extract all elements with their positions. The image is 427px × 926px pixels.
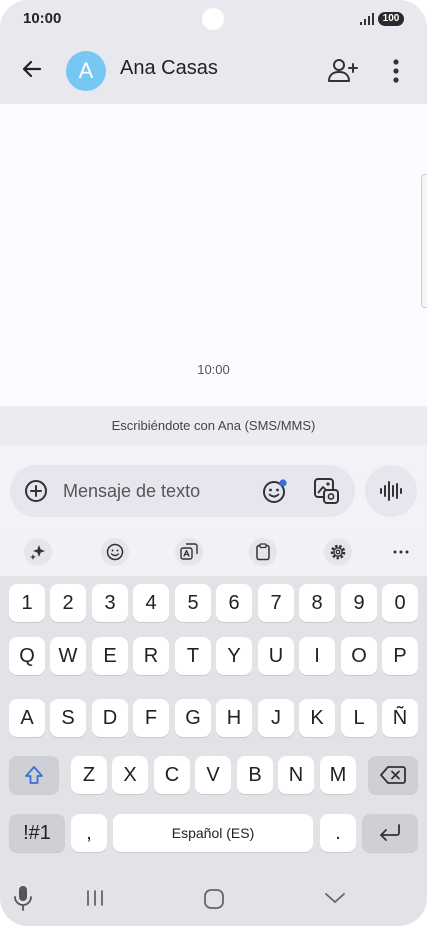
key-j[interactable]: J [258,699,294,737]
emoji-button[interactable] [101,538,129,566]
signal-icon [360,13,374,25]
camera-cutout [202,8,224,30]
edge-panel-handle[interactable] [421,174,427,308]
key-m[interactable]: M [320,756,356,794]
key-l[interactable]: L [341,699,377,737]
message-input[interactable]: Mensaje de texto [10,465,355,517]
shift-key[interactable] [9,756,59,794]
home-icon[interactable] [203,888,225,910]
keyboard-toolbar [0,528,427,576]
key-q[interactable]: Q [9,637,45,675]
key-c[interactable]: C [154,756,190,794]
key-4[interactable]: 4 [133,584,169,622]
key-enye[interactable]: Ñ [382,699,418,737]
conversation-info-banner: Escribiéndote con Ana (SMS/MMS) [0,406,427,446]
key-y[interactable]: Y [216,637,252,675]
message-placeholder: Mensaje de texto [63,481,201,501]
emoji-icon [106,543,124,561]
comma-key[interactable]: , [71,814,107,852]
key-9[interactable]: 9 [341,584,377,622]
contact-avatar[interactable]: A [66,51,106,91]
hide-keyboard-chevron-icon[interactable] [324,890,346,906]
key-h[interactable]: H [216,699,252,737]
ai-tools-button[interactable] [24,538,52,566]
message-timestamp: 10:00 [197,362,230,377]
enter-arrow-icon [380,824,400,841]
key-r[interactable]: R [133,637,169,675]
key-e[interactable]: E [92,637,128,675]
keyboard-settings-button[interactable] [324,538,352,566]
back-arrow-icon[interactable] [14,51,50,87]
key-v[interactable]: V [195,756,231,794]
key-x[interactable]: X [112,756,148,794]
key-5[interactable]: 5 [175,584,211,622]
app-bar: A Ana Casas [0,38,427,104]
microphone-icon[interactable] [12,884,34,912]
recent-apps-icon[interactable] [84,888,106,908]
emoji-sticker-icon[interactable] [262,478,288,504]
keyboard: 1 2 3 4 5 6 7 8 9 0 Q W E R T Y U I O P … [0,528,427,926]
text-translate-icon [180,543,198,560]
composer-bar: Mensaje de texto [0,446,427,528]
translate-button[interactable] [175,538,203,566]
add-attachment-icon[interactable] [24,479,48,503]
navigation-bar [0,872,427,926]
key-s[interactable]: S [50,699,86,737]
key-6[interactable]: 6 [216,584,252,622]
add-person-icon[interactable] [326,54,360,88]
gear-icon [330,544,346,560]
key-a[interactable]: A [9,699,45,737]
key-w[interactable]: W [50,637,86,675]
key-3[interactable]: 3 [92,584,128,622]
status-time: 10:00 [23,10,62,27]
key-2[interactable]: 2 [50,584,86,622]
toolbar-more-button[interactable] [387,538,415,566]
key-1[interactable]: 1 [9,584,45,622]
key-b[interactable]: B [237,756,273,794]
more-options-icon[interactable] [382,54,410,88]
clipboard-icon [256,543,270,561]
more-horizontal-icon [393,550,409,554]
key-o[interactable]: O [341,637,377,675]
phone-screen: 10:00 100 A Ana Casas 10:00 Escribiéndot… [0,0,427,926]
voice-message-button[interactable] [365,465,417,517]
key-i[interactable]: I [299,637,335,675]
backspace-key[interactable] [368,756,418,794]
key-p[interactable]: P [382,637,418,675]
key-z[interactable]: Z [71,756,107,794]
key-u[interactable]: U [258,637,294,675]
key-f[interactable]: F [133,699,169,737]
backspace-icon [380,766,406,784]
period-key[interactable]: . [320,814,356,852]
gallery-attach-icon[interactable] [313,476,341,506]
key-g[interactable]: G [175,699,211,737]
audio-waveform-icon [380,481,402,501]
key-7[interactable]: 7 [258,584,294,622]
space-key[interactable]: Español (ES) [113,814,313,852]
key-n[interactable]: N [278,756,314,794]
key-0[interactable]: 0 [382,584,418,622]
sparkle-icon [30,545,45,560]
status-bar: 10:00 100 [0,0,427,38]
contact-name[interactable]: Ana Casas [120,57,218,80]
symbols-key[interactable]: !#1 [9,814,65,852]
key-t[interactable]: T [175,637,211,675]
key-k[interactable]: K [299,699,335,737]
battery-icon: 100 [378,12,404,26]
shift-arrow-icon [25,766,43,784]
key-8[interactable]: 8 [299,584,335,622]
conversation-area: 10:00 [0,104,427,406]
key-d[interactable]: D [92,699,128,737]
clipboard-button[interactable] [249,538,277,566]
enter-key[interactable] [362,814,418,852]
